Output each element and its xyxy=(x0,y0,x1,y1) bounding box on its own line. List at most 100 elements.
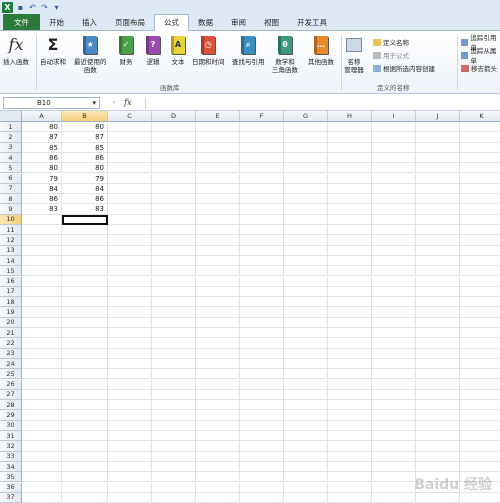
cell-c18[interactable] xyxy=(108,297,152,308)
cell-k6[interactable] xyxy=(460,174,500,184)
cell-a35[interactable] xyxy=(22,472,62,483)
row-header-32[interactable]: 32 xyxy=(0,441,22,452)
cell-f18[interactable] xyxy=(240,297,284,308)
cell-b4[interactable]: 86 xyxy=(62,152,108,164)
row-header-11[interactable]: 11 xyxy=(0,225,22,236)
cell-k37[interactable] xyxy=(460,493,500,503)
cell-k25[interactable] xyxy=(460,369,500,380)
cell-a29[interactable] xyxy=(22,410,62,421)
undo-icon[interactable]: ↶ xyxy=(28,3,37,12)
row-header-8[interactable]: 8 xyxy=(0,194,22,205)
cell-e24[interactable] xyxy=(196,358,240,370)
cell-k12[interactable] xyxy=(460,235,500,246)
cell-g11[interactable] xyxy=(284,225,328,236)
cell-g19[interactable] xyxy=(284,307,328,318)
cell-j15[interactable] xyxy=(416,266,460,277)
cell-d24[interactable] xyxy=(152,358,196,370)
cell-c15[interactable] xyxy=(108,266,152,277)
column-header-e[interactable]: E xyxy=(196,111,240,122)
cell-j22[interactable] xyxy=(416,338,460,349)
cell-f8[interactable] xyxy=(240,194,284,205)
cell-h35[interactable] xyxy=(328,472,372,483)
cell-c36[interactable] xyxy=(108,482,152,493)
cell-i17[interactable] xyxy=(372,286,416,298)
cell-h24[interactable] xyxy=(328,358,372,370)
cell-c5[interactable] xyxy=(108,163,152,174)
cell-i4[interactable] xyxy=(372,152,416,164)
cell-k8[interactable] xyxy=(460,194,500,205)
cell-c16[interactable] xyxy=(108,276,152,287)
tab-page-layout[interactable]: 页面布局 xyxy=(106,14,154,30)
cell-i2[interactable] xyxy=(372,132,416,143)
cell-b1[interactable]: 80 xyxy=(62,122,108,133)
create-from-selection-button[interactable]: 根据所选内容创建 xyxy=(373,63,435,73)
cell-c17[interactable] xyxy=(108,286,152,298)
cell-k32[interactable] xyxy=(460,441,500,452)
cell-i28[interactable] xyxy=(372,400,416,411)
cell-d7[interactable] xyxy=(152,183,196,195)
row-header-27[interactable]: 27 xyxy=(0,389,22,401)
cell-h8[interactable] xyxy=(328,194,372,205)
row-header-13[interactable]: 13 xyxy=(0,245,22,256)
cell-g23[interactable] xyxy=(284,348,328,359)
cell-j28[interactable] xyxy=(416,400,460,411)
cell-k22[interactable] xyxy=(460,338,500,349)
cell-a21[interactable] xyxy=(22,328,62,339)
cell-c1[interactable] xyxy=(108,122,152,133)
cell-k24[interactable] xyxy=(460,359,500,370)
cell-g25[interactable] xyxy=(284,369,328,380)
cell-j13[interactable] xyxy=(416,245,460,256)
cell-k29[interactable] xyxy=(460,410,500,421)
cell-b30[interactable] xyxy=(62,420,108,431)
cell-i27[interactable] xyxy=(372,389,416,401)
cell-j4[interactable] xyxy=(416,152,460,164)
datetime-button[interactable]: ◷ 日期和时间 xyxy=(192,34,225,66)
insert-function-button[interactable]: fx 插入函数 xyxy=(3,34,29,67)
cell-f11[interactable] xyxy=(240,225,284,236)
cell-b11[interactable] xyxy=(62,225,108,236)
cell-i8[interactable] xyxy=(372,194,416,205)
cell-d14[interactable] xyxy=(152,255,196,267)
cell-d13[interactable] xyxy=(152,245,196,256)
cell-d5[interactable] xyxy=(152,163,196,174)
cell-d4[interactable] xyxy=(152,152,196,164)
cell-h19[interactable] xyxy=(328,307,372,318)
row-header-19[interactable]: 19 xyxy=(0,307,22,318)
row-header-21[interactable]: 21 xyxy=(0,328,22,339)
more-functions-button[interactable]: … 其他函数 xyxy=(308,34,334,66)
tab-view[interactable]: 视图 xyxy=(255,14,288,30)
cell-h21[interactable] xyxy=(328,328,372,339)
cell-k9[interactable] xyxy=(460,204,500,215)
cell-j11[interactable] xyxy=(416,225,460,236)
cell-g37[interactable] xyxy=(284,492,328,503)
cell-g13[interactable] xyxy=(284,245,328,256)
cell-b21[interactable] xyxy=(62,328,108,339)
cell-d27[interactable] xyxy=(152,389,196,401)
cell-f28[interactable] xyxy=(240,400,284,411)
row-header-23[interactable]: 23 xyxy=(0,348,22,359)
math-trig-button[interactable]: θ 数学和 三角函数 xyxy=(272,34,298,74)
cell-f14[interactable] xyxy=(240,255,284,267)
formula-input[interactable] xyxy=(145,96,500,109)
cell-j37[interactable] xyxy=(416,492,460,503)
cell-e35[interactable] xyxy=(196,472,240,483)
cell-j10[interactable] xyxy=(416,214,460,225)
cell-i6[interactable] xyxy=(372,173,416,184)
cell-h33[interactable] xyxy=(328,451,372,462)
cell-b17[interactable] xyxy=(62,286,108,298)
cell-e6[interactable] xyxy=(196,173,240,184)
cell-c14[interactable] xyxy=(108,255,152,267)
cell-i10[interactable] xyxy=(372,214,416,225)
cell-i12[interactable] xyxy=(372,235,416,246)
cell-j17[interactable] xyxy=(416,286,460,298)
excel-app-icon[interactable]: X xyxy=(2,1,13,13)
cell-c22[interactable] xyxy=(108,338,152,349)
cell-e30[interactable] xyxy=(196,420,240,431)
recent-functions-button[interactable]: ★ 最近使用的 函数 xyxy=(74,34,107,74)
cell-k30[interactable] xyxy=(460,421,500,431)
cell-c10[interactable] xyxy=(108,214,152,225)
cell-b7[interactable]: 84 xyxy=(62,183,108,195)
cell-g22[interactable] xyxy=(284,338,328,349)
cell-b12[interactable] xyxy=(62,235,108,246)
column-header-g[interactable]: G xyxy=(284,111,328,122)
